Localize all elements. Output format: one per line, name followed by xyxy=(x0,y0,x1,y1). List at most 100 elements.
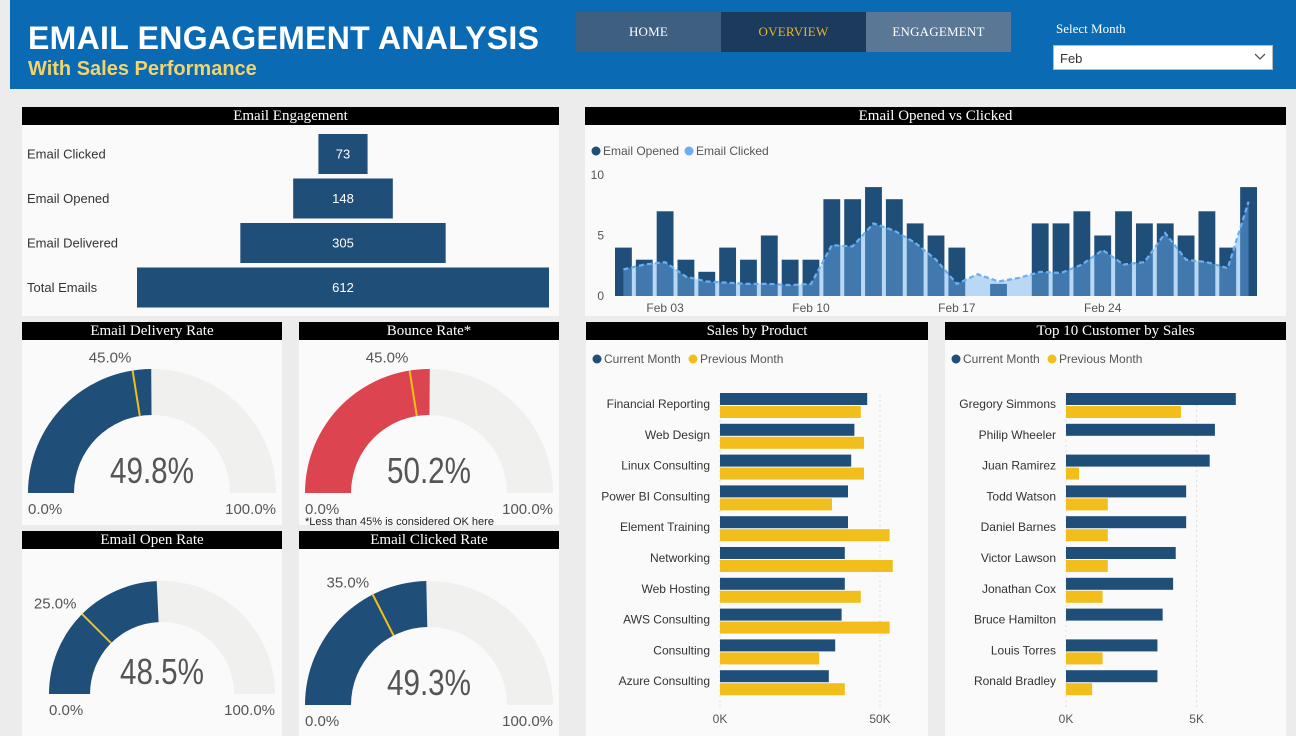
email-engagement-title: Email Engagement xyxy=(22,107,559,125)
x-tick-label: 50K xyxy=(869,712,890,726)
chevron-down-icon xyxy=(1254,53,1266,60)
gauge-max-label: 100.0% xyxy=(224,702,275,719)
month-select-label: Select Month xyxy=(1056,21,1126,36)
clicked-rate-gauge: 35.0% 49.3% 0.0% 100.0% xyxy=(305,574,553,730)
category-label: Networking xyxy=(650,551,710,565)
previous-month-bar xyxy=(720,436,864,449)
opened-vs-clicked-chart: Email Opened Email Clicked 0 5 10 Feb 03 Feb 1… xyxy=(591,144,1257,315)
legend-label-current: Current Month xyxy=(604,352,681,366)
nav-engagement-button[interactable]: ENGAGEMENT xyxy=(866,12,1011,52)
legend-dot-current xyxy=(951,354,961,364)
open-rate-panel: Email Open Rate 25.0% 48.5% 0.0% 100.0% xyxy=(22,531,282,736)
funnel-category-label: Email Clicked xyxy=(27,147,106,162)
previous-month-bar xyxy=(1066,652,1103,665)
open-rate-gauge: 25.0% 48.5% 0.0% 100.0% xyxy=(34,581,275,719)
y-tick-label: 0 xyxy=(597,289,604,303)
legend-dot-previous xyxy=(1047,354,1057,364)
legend-dot-previous xyxy=(688,354,698,364)
gauge-value-label: 50.2% xyxy=(387,450,471,491)
gauge-max-label: 100.0% xyxy=(502,713,553,730)
bounce-rate-panel: Bounce Rate* 45.0% 50.2% 0.0% 100.0% *Less … xyxy=(299,322,559,528)
current-month-bar xyxy=(720,670,829,683)
previous-month-bar xyxy=(720,529,890,542)
previous-month-bar xyxy=(720,590,861,603)
top-customers-panel: Top 10 Customer by Sales Current Month Pr… xyxy=(945,322,1286,736)
previous-month-bar xyxy=(720,652,820,665)
current-month-bar xyxy=(1066,547,1176,559)
y-tick-label: 10 xyxy=(591,168,605,182)
legend-label-previous: Previous Month xyxy=(700,352,783,366)
sales-by-product-chart: Current Month Previous Month Financial Rep… xyxy=(592,352,893,726)
current-month-bar xyxy=(1066,454,1210,467)
x-tick-label: Feb 17 xyxy=(938,301,976,315)
gauge-target-label: 45.0% xyxy=(89,350,132,367)
bounce-rate-gauge: 45.0%50.2%0.0% 100.0% xyxy=(305,350,553,518)
email-engagement-funnel: Email Clicked 73 Email Opened 148 Email Deli… xyxy=(27,134,549,308)
gauge-min-label: 0.0% xyxy=(305,713,339,730)
current-month-bar xyxy=(1066,423,1215,436)
page-title: EMAIL ENGAGEMENT ANALYSIS xyxy=(28,20,540,56)
funnel-category-label: Email Delivered xyxy=(27,236,118,251)
legend-label-clicked: Email Clicked xyxy=(696,144,769,158)
legend-dot-opened xyxy=(591,146,601,156)
current-month-bar xyxy=(1066,639,1158,652)
nav-home-button[interactable]: HOME xyxy=(576,12,721,52)
category-label: Victor Lawson xyxy=(981,551,1056,565)
page-subtitle: With Sales Performance xyxy=(28,58,257,80)
month-select[interactable]: Feb xyxy=(1053,45,1273,70)
category-label: Daniel Barnes xyxy=(981,520,1056,534)
current-month-bar xyxy=(720,639,836,652)
gauge-max-label: 100.0% xyxy=(225,501,276,518)
email-engagement-panel: Email Engagement Email Clicked 73 Email Op… xyxy=(22,107,559,316)
current-month-bar xyxy=(720,485,848,498)
sales-by-product-title: Sales by Product xyxy=(586,322,928,340)
opened-vs-clicked-title: Email Opened vs Clicked xyxy=(585,107,1286,125)
previous-month-bar xyxy=(1066,590,1103,603)
legend-label-current: Current Month xyxy=(963,352,1040,366)
category-label: Element Training xyxy=(620,520,710,534)
gauge-target-label: 35.0% xyxy=(327,574,370,591)
top-customers-chart: Current Month Previous Month Gregory Simmo… xyxy=(951,352,1236,726)
category-label: Consulting xyxy=(653,643,710,657)
gauge-target-label: 45.0% xyxy=(366,350,409,367)
bounce-rate-note: *Less than 45% is considered OK here xyxy=(305,516,494,528)
current-month-bar xyxy=(1066,485,1187,498)
category-label: Financial Reporting xyxy=(607,397,710,411)
legend-label-previous: Previous Month xyxy=(1059,352,1142,366)
category-label: Ronald Bradley xyxy=(974,674,1056,688)
previous-month-bar xyxy=(720,560,893,572)
previous-month-bar xyxy=(720,406,861,418)
current-month-bar xyxy=(1066,516,1187,529)
funnel-value-label: 73 xyxy=(336,147,350,162)
x-tick-label: Feb 03 xyxy=(646,301,684,315)
nav-overview-button[interactable]: OVERVIEW xyxy=(721,12,866,52)
sales-by-product-panel: Sales by Product Current Month Previous M… xyxy=(586,322,928,736)
month-select-value: Feb xyxy=(1060,51,1083,66)
gauge-target-label: 25.0% xyxy=(34,595,77,612)
category-label: Azure Consulting xyxy=(619,674,710,688)
funnel-value-label: 305 xyxy=(332,236,354,251)
previous-month-bar xyxy=(1066,683,1093,696)
current-month-bar xyxy=(1066,608,1163,621)
category-label: Linux Consulting xyxy=(621,459,710,473)
current-month-bar xyxy=(720,547,845,559)
current-month-bar xyxy=(720,393,868,405)
clicked-rate-title: Email Clicked Rate xyxy=(299,531,559,549)
top-customers-title: Top 10 Customer by Sales xyxy=(945,322,1286,340)
x-tick-label: 0K xyxy=(1059,712,1074,726)
current-month-bar xyxy=(720,577,845,590)
funnel-value-label: 612 xyxy=(332,280,354,295)
previous-month-bar xyxy=(720,683,845,696)
legend-label-opened: Email Opened xyxy=(603,144,679,158)
current-month-bar xyxy=(1066,670,1158,683)
open-rate-title: Email Open Rate xyxy=(22,531,282,549)
gauge-min-label: 0.0% xyxy=(28,501,62,518)
clicked-rate-panel: Email Clicked Rate 35.0% 49.3% 0.0% 100.0% xyxy=(299,531,559,736)
previous-month-bar xyxy=(720,498,832,511)
previous-month-bar xyxy=(720,467,864,480)
category-label: Philip Wheeler xyxy=(979,428,1056,442)
previous-month-bar xyxy=(1066,560,1108,572)
previous-month-bar xyxy=(720,621,890,634)
category-label: Web Design xyxy=(645,428,710,442)
category-label: Jonathan Cox xyxy=(982,582,1056,596)
